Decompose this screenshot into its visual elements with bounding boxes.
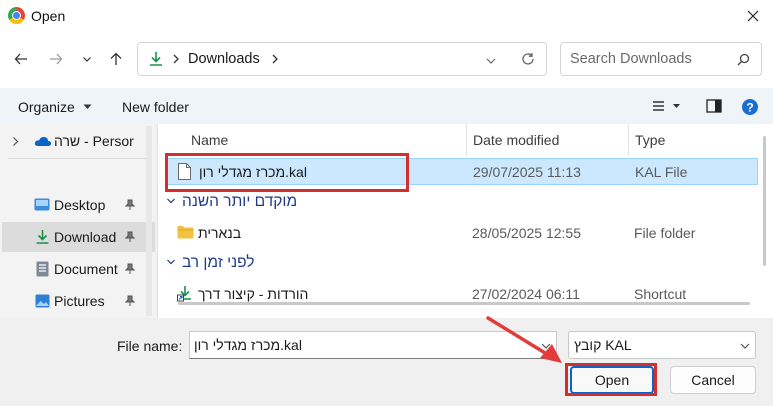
download-icon xyxy=(36,230,49,244)
sidebar-label: Download xyxy=(54,229,117,245)
organize-button[interactable]: Organize xyxy=(18,99,92,115)
sidebar-label: Pictures xyxy=(54,293,105,309)
sidebar-divider xyxy=(8,158,148,159)
sidebar-item-desktop[interactable]: Desktop xyxy=(2,190,155,220)
dialog-footer: File name: מכרז מגדלי רון.kal קובץ KAL O… xyxy=(0,318,773,406)
file-name: הורדות - קיצור דרך xyxy=(198,286,309,302)
navigation-pane: שרה - Persor Desktop Download Document P… xyxy=(0,124,155,318)
chevron-down-icon xyxy=(167,198,175,204)
pin-icon xyxy=(125,231,135,242)
file-name: בנארית xyxy=(198,225,242,241)
organize-label: Organize xyxy=(18,99,75,115)
back-button[interactable] xyxy=(9,47,33,71)
forward-arrow-icon xyxy=(50,53,63,65)
search-input[interactable]: Search Downloads xyxy=(560,42,762,76)
chevron-down-icon xyxy=(740,343,750,349)
column-divider[interactable] xyxy=(628,124,629,156)
annotation-arrow-icon xyxy=(486,316,562,363)
pin-icon xyxy=(125,263,135,274)
caret-down-icon xyxy=(83,104,92,109)
forward-button[interactable] xyxy=(44,47,68,71)
file-date: 29/07/2025 11:13 xyxy=(473,164,581,180)
pin-icon xyxy=(125,295,135,306)
command-bar: Organize New folder ? xyxy=(0,88,773,124)
chevron-down-icon xyxy=(83,57,91,62)
up-button[interactable] xyxy=(104,47,128,71)
chrome-icon xyxy=(8,7,25,24)
file-name-label: File name: xyxy=(117,338,183,354)
file-type-value: קובץ KAL xyxy=(574,337,632,353)
help-icon[interactable]: ? xyxy=(741,98,759,119)
up-arrow-icon xyxy=(110,52,122,65)
refresh-icon[interactable] xyxy=(521,52,535,69)
group-title: מוקדם יותר השנה xyxy=(182,193,298,210)
address-history-chevron-icon[interactable] xyxy=(485,54,497,69)
navigation-bar: Downloads Search Downloads xyxy=(0,32,773,88)
file-row-folder[interactable]: בנארית 28/05/2025 12:55 File folder xyxy=(166,220,758,247)
new-folder-button[interactable]: New folder xyxy=(122,99,189,115)
file-type: File folder xyxy=(634,225,696,241)
search-icon xyxy=(737,53,750,69)
scrollbar-thumb[interactable] xyxy=(763,136,766,266)
window-title: Open xyxy=(31,8,66,24)
file-type: Shortcut xyxy=(634,286,687,302)
annotation-highlight-file xyxy=(165,153,409,192)
horizontal-scrollbar[interactable] xyxy=(178,302,750,305)
close-icon xyxy=(747,10,759,22)
pictures-icon xyxy=(35,294,50,308)
chevron-right-icon xyxy=(13,137,19,146)
sidebar-label: שרה - Persor xyxy=(54,133,134,149)
column-header-type[interactable]: Type xyxy=(635,132,665,148)
chevron-down-icon xyxy=(167,259,175,265)
onedrive-icon xyxy=(34,136,52,146)
column-header-row: Name Date modified Type xyxy=(158,124,773,156)
pin-icon xyxy=(125,199,135,210)
sidebar-item-onedrive[interactable]: שרה - Persor xyxy=(2,126,155,156)
sidebar-label: Document xyxy=(54,261,118,277)
column-divider[interactable] xyxy=(466,124,467,156)
address-bar[interactable]: Downloads xyxy=(137,42,547,76)
shortcut-icon xyxy=(177,286,191,302)
search-placeholder: Search Downloads xyxy=(570,51,692,67)
sidebar-label: Desktop xyxy=(54,197,106,213)
file-type: KAL File xyxy=(635,164,688,180)
download-icon xyxy=(148,51,164,70)
annotation-highlight-open xyxy=(565,363,657,396)
column-header-name[interactable]: Name xyxy=(191,132,228,148)
back-arrow-icon xyxy=(14,53,27,65)
title-bar: Open xyxy=(0,0,773,32)
desktop-icon xyxy=(34,198,50,211)
file-name-value: מכרז מגדלי רון.kal xyxy=(194,337,302,353)
recent-locations-button[interactable] xyxy=(75,47,99,71)
folder-icon xyxy=(177,226,194,239)
sidebar-item-downloads[interactable]: Download xyxy=(2,222,155,252)
sidebar-item-documents[interactable]: Document xyxy=(2,254,155,284)
view-options-icon[interactable] xyxy=(652,100,682,115)
breadcrumb-chevron-icon[interactable] xyxy=(271,53,279,68)
file-date: 27/02/2024 06:11 xyxy=(472,286,580,302)
file-list-scrollbar[interactable] xyxy=(762,126,768,316)
preview-pane-icon[interactable] xyxy=(706,99,722,116)
group-title: לפני זמן רב xyxy=(182,254,255,271)
column-header-date[interactable]: Date modified xyxy=(473,132,559,148)
cancel-button[interactable]: Cancel xyxy=(670,366,756,394)
breadcrumb-downloads[interactable]: Downloads xyxy=(188,51,260,67)
close-button[interactable] xyxy=(733,0,773,32)
sidebar-item-pictures[interactable]: Pictures xyxy=(2,286,155,316)
breadcrumb-chevron-icon xyxy=(172,53,180,68)
svg-text:?: ? xyxy=(746,101,753,115)
sidebar-scrollbar[interactable] xyxy=(146,126,152,316)
file-type-select[interactable]: קובץ KAL xyxy=(568,331,756,359)
document-icon xyxy=(36,261,49,277)
file-date: 28/05/2025 12:55 xyxy=(472,225,581,241)
